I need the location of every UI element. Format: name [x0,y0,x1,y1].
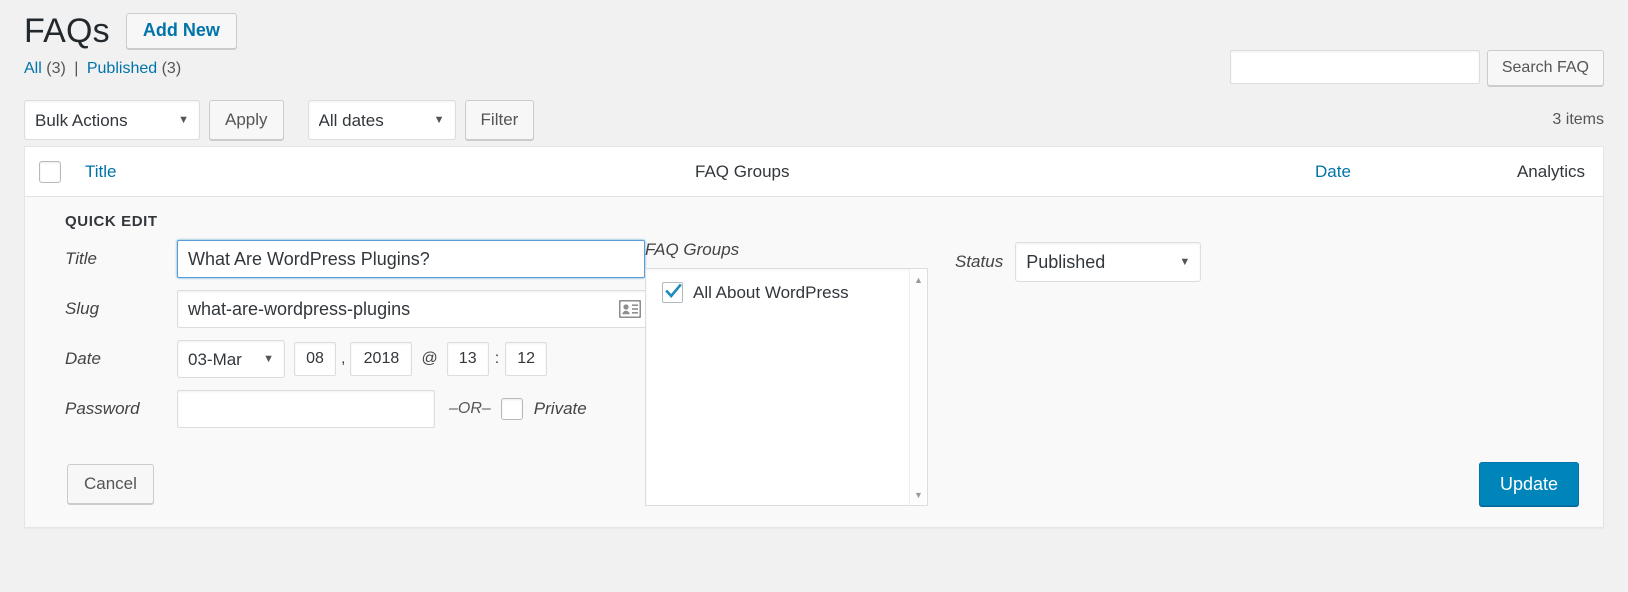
views-list: All (3) | Published (3) [24,60,181,78]
search-submit-button[interactable]: Search FAQ [1486,50,1604,86]
quick-edit-row: QUICK EDIT Title Slug [25,197,1603,527]
displaying-num: 3 items [1552,111,1604,128]
column-header-title[interactable]: Title [85,162,695,182]
page-header: FAQs Add New [0,0,1628,50]
date-year-input[interactable] [350,342,413,376]
select-all-cell [39,160,85,183]
date-at-symbol: @ [421,350,438,367]
quick-edit-left-column: Title Slug [25,240,651,440]
bulk-actions-wrap: Bulk Actions ▼ [24,100,200,140]
faq-group-item[interactable]: All About WordPress [646,269,927,303]
date-field-label: Date [65,349,101,368]
filter-button[interactable]: Filter [464,100,535,140]
title-field-row: Title [65,240,645,278]
title-field-label: Title [65,249,97,268]
date-filter-select[interactable]: All dates [307,100,456,140]
view-count-all: (3) [46,60,66,77]
password-field-label: Password [65,399,140,418]
search-box: Search FAQ [1229,50,1604,86]
slug-field-label: Slug [65,299,100,318]
update-button[interactable]: Update [1478,462,1579,506]
scroll-up-icon[interactable]: ▲ [910,271,927,288]
password-field-row: Password –OR– Private [65,390,645,428]
or-divider-text: –OR– [449,400,491,417]
date-month-select[interactable]: 03-Mar [177,340,285,378]
faq-groups-label: FAQ Groups [645,240,740,259]
date-comma: , [341,350,346,367]
page-title: FAQs [24,11,110,50]
private-checkbox[interactable] [500,398,523,420]
view-link-published[interactable]: Published [87,60,157,77]
faq-list-table: Title FAQ Groups Date Analytics QUICK ED… [24,146,1604,528]
private-label: Private [533,399,587,418]
table-nav-top: Bulk Actions ▼ Apply All dates ▼ Filter … [0,94,1628,146]
status-label: Status [955,252,1004,271]
table-header-row: Title FAQ Groups Date Analytics [25,147,1603,197]
status-select-wrap: Published ▼ [1015,242,1202,282]
apply-button[interactable]: Apply [209,100,284,140]
checkmark-icon [665,283,682,298]
search-input[interactable] [1229,50,1480,84]
view-link-all[interactable]: All [24,60,42,77]
date-month-wrap: 03-Mar ▼ [177,340,285,378]
view-separator: | [74,60,79,77]
date-day-input[interactable] [294,342,336,376]
view-count-published: (3) [161,60,182,77]
slug-field-row: Slug [65,290,651,328]
quick-edit-legend: QUICK EDIT [65,213,158,230]
quick-edit-status-column: Status Published ▼ [955,240,1202,282]
date-minute-input[interactable] [505,342,548,376]
faq-group-label: All About WordPress [693,282,849,302]
date-colon: : [494,350,500,367]
faq-group-checkbox[interactable] [662,282,683,303]
status-select[interactable]: Published [1015,242,1202,282]
slug-input-wrap [177,290,651,328]
views-and-search-row: All (3) | Published (3) Search FAQ [0,48,1628,94]
quick-edit-actions: Cancel Update [25,441,1603,527]
column-header-faq-groups: FAQ Groups [695,161,790,181]
slug-input[interactable] [177,290,651,328]
date-field-row: Date 03-Mar ▼ , @ : [65,340,645,378]
cancel-button[interactable]: Cancel [67,464,154,504]
column-header-date[interactable]: Date [1315,162,1475,182]
date-hour-input[interactable] [446,342,489,376]
select-all-checkbox[interactable] [39,160,61,183]
password-input[interactable] [177,390,435,428]
bulk-actions-select[interactable]: Bulk Actions [24,100,200,140]
add-new-button[interactable]: Add New [125,12,237,50]
title-input[interactable] [177,240,645,278]
all-dates-wrap: All dates ▼ [307,100,456,140]
column-header-analytics: Analytics [1516,161,1585,181]
